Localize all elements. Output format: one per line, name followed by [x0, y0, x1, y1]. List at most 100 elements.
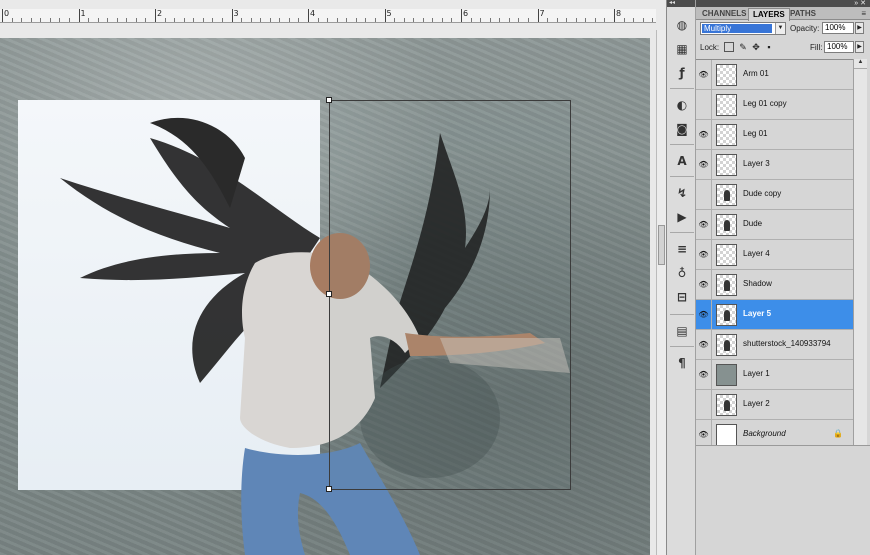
visibility-toggle[interactable]: [696, 90, 712, 119]
ruler-label: 0: [4, 9, 10, 18]
layer-row[interactable]: 👁 Arm 01: [696, 60, 853, 90]
layer-row[interactable]: 👁 Layer 4: [696, 240, 853, 270]
styles-icon[interactable]: ƒ: [672, 64, 692, 82]
layer-name[interactable]: Dude copy: [743, 189, 781, 198]
ruler-minor-tick: [116, 18, 118, 22]
layer-row[interactable]: 👁 Layer 3: [696, 150, 853, 180]
opacity-field[interactable]: 100%: [822, 22, 854, 34]
layer-thumbnail[interactable]: [716, 184, 737, 206]
visibility-toggle[interactable]: 👁: [696, 270, 712, 299]
visibility-toggle[interactable]: 👁: [696, 330, 712, 359]
fill-arrow-icon[interactable]: ▶: [855, 41, 864, 53]
lock-all-icon[interactable]: ▪: [764, 42, 774, 52]
lock-image-icon[interactable]: ✎: [738, 42, 748, 52]
swatches-icon[interactable]: ▦: [672, 40, 692, 58]
tool-presets-icon[interactable]: ⊟: [672, 288, 692, 306]
visibility-toggle[interactable]: 👁: [696, 60, 712, 89]
tab-channels[interactable]: CHANNELS: [698, 8, 750, 20]
visibility-toggle[interactable]: [696, 180, 712, 209]
layer-thumbnail[interactable]: [716, 334, 737, 356]
layer-row[interactable]: Dude copy: [696, 180, 853, 210]
layer-name[interactable]: Background: [743, 429, 786, 438]
layer-name[interactable]: Layer 1: [743, 369, 770, 378]
ruler-minor-tick: [489, 18, 491, 22]
visibility-toggle[interactable]: 👁: [696, 360, 712, 389]
panel-header-bar: » ✕: [696, 0, 870, 7]
layer-name[interactable]: Arm 01: [743, 69, 769, 78]
actions-icon[interactable]: ▶: [672, 208, 692, 226]
ruler-major-tick: [78, 9, 80, 22]
layer-row[interactable]: 👁 Layer 5: [696, 300, 853, 330]
layer-name[interactable]: Layer 3: [743, 159, 770, 168]
masks-icon[interactable]: ◙: [672, 120, 692, 138]
thumbnail-figure: [724, 340, 730, 351]
layers-scrollbar[interactable]: ▲: [853, 59, 867, 445]
layer-thumbnail[interactable]: [716, 274, 737, 296]
transform-handle-middle-left[interactable]: [326, 291, 332, 297]
history-icon[interactable]: ↯: [672, 184, 692, 202]
chevron-down-icon[interactable]: ▼: [775, 23, 785, 34]
layer-row[interactable]: 👁 Dude: [696, 210, 853, 240]
color-swatch-icon[interactable]: ◍: [672, 16, 692, 34]
lock-position-icon[interactable]: ✥: [751, 42, 761, 52]
dock-collapse-button[interactable]: ◂◂: [667, 0, 695, 7]
layer-row[interactable]: Layer 2: [696, 390, 853, 420]
panel-menu-icon[interactable]: ≡: [861, 9, 866, 18]
visibility-toggle[interactable]: 👁: [696, 120, 712, 149]
layer-thumbnail[interactable]: [716, 154, 737, 176]
layer-name[interactable]: Leg 01 copy: [743, 99, 787, 108]
visibility-toggle[interactable]: 👁: [696, 210, 712, 239]
layer-thumbnail[interactable]: [716, 244, 737, 266]
visibility-toggle[interactable]: 👁: [696, 150, 712, 179]
eye-icon: 👁: [698, 220, 709, 229]
eye-icon: 👁: [698, 340, 709, 349]
layer-thumbnail[interactable]: [716, 214, 737, 236]
notes-icon[interactable]: ▤: [672, 322, 692, 340]
tab-paths[interactable]: PATHS: [786, 8, 820, 20]
layer-thumbnail[interactable]: [716, 364, 737, 386]
layer-name[interactable]: shutterstock_140933794: [743, 339, 831, 348]
layer-name[interactable]: Dude: [743, 219, 762, 228]
fill-field[interactable]: 100%: [824, 41, 854, 53]
transform-bounding-box[interactable]: [326, 97, 571, 492]
layer-thumbnail[interactable]: [716, 304, 737, 326]
scroll-up-icon[interactable]: ▲: [854, 59, 867, 69]
layer-row[interactable]: Leg 01 copy: [696, 90, 853, 120]
document-area[interactable]: 0 1 2 3 4 5 6 7 8: [0, 0, 666, 555]
lock-transparent-icon[interactable]: [724, 42, 734, 52]
visibility-toggle[interactable]: 👁: [696, 240, 712, 269]
layer-row[interactable]: 👁 shutterstock_140933794: [696, 330, 853, 360]
blend-mode-dropdown[interactable]: Multiply ▼: [700, 22, 786, 35]
visibility-toggle[interactable]: 👁: [696, 300, 712, 329]
layer-name[interactable]: Layer 4: [743, 249, 770, 258]
canvas-vertical-scrollbar[interactable]: [656, 30, 666, 555]
ruler-minor-tick: [260, 18, 262, 22]
ruler-minor-tick: [413, 18, 415, 22]
brushes-icon[interactable]: ≡: [672, 240, 692, 258]
transform-handle-bottom-left[interactable]: [326, 486, 332, 492]
layer-row[interactable]: 👁 Leg 01: [696, 120, 853, 150]
opacity-arrow-icon[interactable]: ▶: [855, 22, 864, 34]
layer-thumbnail[interactable]: [716, 394, 737, 416]
scrollbar-thumb[interactable]: [658, 225, 665, 265]
layer-name[interactable]: Leg 01: [743, 129, 767, 138]
tab-layers[interactable]: LAYERS: [748, 8, 790, 21]
paragraph-icon[interactable]: ¶: [672, 354, 692, 372]
layer-row[interactable]: 👁 Layer 1: [696, 360, 853, 390]
visibility-toggle[interactable]: [696, 390, 712, 419]
layer-name[interactable]: Layer 5: [743, 309, 771, 318]
eye-icon: 👁: [698, 160, 709, 169]
transform-handle-top-left[interactable]: [326, 97, 332, 103]
layer-thumbnail[interactable]: [716, 124, 737, 146]
image-canvas[interactable]: [0, 38, 650, 555]
layer-thumbnail[interactable]: [716, 64, 737, 86]
clone-source-icon[interactable]: ♁: [672, 264, 692, 282]
character-icon[interactable]: A: [672, 152, 692, 170]
adjustments-icon[interactable]: ◐: [672, 96, 692, 114]
layer-name[interactable]: Shadow: [743, 279, 772, 288]
layer-name[interactable]: Layer 2: [743, 399, 770, 408]
layer-row[interactable]: 👁 Shadow: [696, 270, 853, 300]
layer-thumbnail[interactable]: [716, 424, 737, 446]
layer-thumbnail[interactable]: [716, 94, 737, 116]
eye-icon: 👁: [698, 280, 709, 289]
